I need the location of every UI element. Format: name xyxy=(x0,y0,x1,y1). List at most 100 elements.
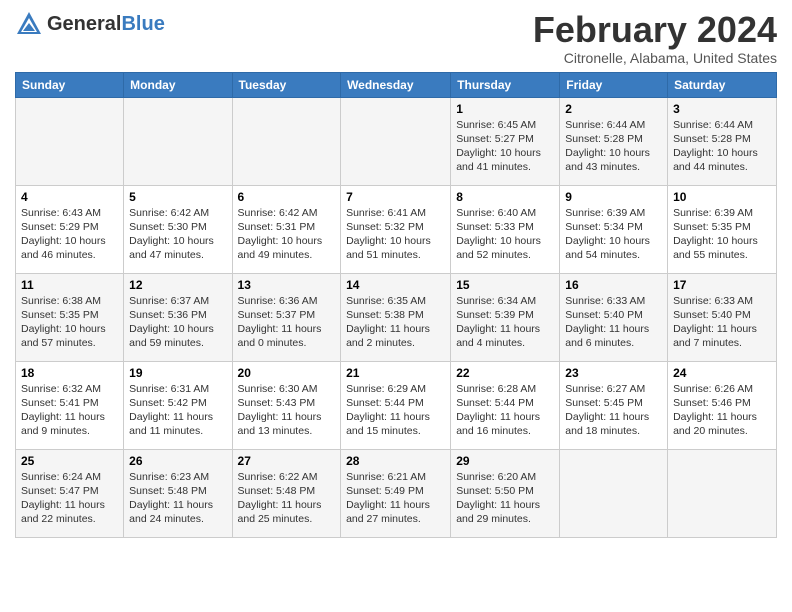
calendar-cell: 24 Sunrise: 6:26 AMSunset: 5:46 PMDayligh… xyxy=(668,361,777,449)
day-info: Sunrise: 6:39 AMSunset: 5:34 PMDaylight:… xyxy=(565,206,662,263)
day-number: 29 xyxy=(456,454,554,468)
day-number: 9 xyxy=(565,190,662,204)
logo-icon xyxy=(15,10,43,38)
day-info: Sunrise: 6:38 AMSunset: 5:35 PMDaylight:… xyxy=(21,294,118,351)
calendar-cell xyxy=(16,97,124,185)
weekday-header: Sunday xyxy=(16,72,124,97)
weekday-header: Thursday xyxy=(451,72,560,97)
day-number: 21 xyxy=(346,366,445,380)
calendar-cell xyxy=(232,97,341,185)
calendar-cell: 6Sunrise: 6:42 AMSunset: 5:31 PMDaylight… xyxy=(232,185,341,273)
calendar-subtitle: Citronelle, Alabama, United States xyxy=(533,50,777,66)
calendar-cell: 9 Sunrise: 6:39 AMSunset: 5:34 PMDaylight… xyxy=(560,185,668,273)
title-area: February 2024 Citronelle, Alabama, Unite… xyxy=(533,10,777,66)
day-number: 22 xyxy=(456,366,554,380)
calendar-cell: 10 Sunrise: 6:39 AMSunset: 5:35 PMDayligh… xyxy=(668,185,777,273)
calendar-cell: 21 Sunrise: 6:29 AMSunset: 5:44 PMDayligh… xyxy=(341,361,451,449)
day-info: Sunrise: 6:34 AMSunset: 5:39 PMDaylight:… xyxy=(456,294,554,351)
day-number: 27 xyxy=(238,454,336,468)
day-info: Sunrise: 6:36 AMSunset: 5:37 PMDaylight:… xyxy=(238,294,336,351)
calendar-cell: 2 Sunrise: 6:44 AMSunset: 5:28 PMDaylight… xyxy=(560,97,668,185)
day-info: Sunrise: 6:43 AMSunset: 5:29 PMDaylight:… xyxy=(21,206,118,263)
day-number: 2 xyxy=(565,102,662,116)
day-info: Sunrise: 6:44 AMSunset: 5:28 PMDaylight:… xyxy=(673,118,771,175)
day-info: Sunrise: 6:30 AMSunset: 5:43 PMDaylight:… xyxy=(238,382,336,439)
calendar-cell xyxy=(668,449,777,537)
day-info: Sunrise: 6:29 AMSunset: 5:44 PMDaylight:… xyxy=(346,382,445,439)
weekday-row: SundayMondayTuesdayWednesdayThursdayFrid… xyxy=(16,72,777,97)
calendar-cell: 11 Sunrise: 6:38 AMSunset: 5:35 PMDayligh… xyxy=(16,273,124,361)
day-info: Sunrise: 6:39 AMSunset: 5:35 PMDaylight:… xyxy=(673,206,771,263)
logo: GeneralBlue xyxy=(15,10,165,38)
day-number: 17 xyxy=(673,278,771,292)
calendar-week-row: 25 Sunrise: 6:24 AMSunset: 5:47 PMDayligh… xyxy=(16,449,777,537)
calendar-week-row: 4 Sunrise: 6:43 AMSunset: 5:29 PMDaylight… xyxy=(16,185,777,273)
day-number: 26 xyxy=(129,454,226,468)
day-info: Sunrise: 6:32 AMSunset: 5:41 PMDaylight:… xyxy=(21,382,118,439)
day-info: Sunrise: 6:23 AMSunset: 5:48 PMDaylight:… xyxy=(129,470,226,527)
weekday-header: Wednesday xyxy=(341,72,451,97)
calendar-cell: 29 Sunrise: 6:20 AMSunset: 5:50 PMDayligh… xyxy=(451,449,560,537)
day-info: Sunrise: 6:20 AMSunset: 5:50 PMDaylight:… xyxy=(456,470,554,527)
day-info: Sunrise: 6:26 AMSunset: 5:46 PMDaylight:… xyxy=(673,382,771,439)
weekday-header: Monday xyxy=(124,72,232,97)
calendar-cell: 5 Sunrise: 6:42 AMSunset: 5:30 PMDaylight… xyxy=(124,185,232,273)
day-info: Sunrise: 6:44 AMSunset: 5:28 PMDaylight:… xyxy=(565,118,662,175)
calendar-cell: 27Sunrise: 6:22 AMSunset: 5:48 PMDayligh… xyxy=(232,449,341,537)
day-number: 10 xyxy=(673,190,771,204)
day-info: Sunrise: 6:40 AMSunset: 5:33 PMDaylight:… xyxy=(456,206,554,263)
day-number: 11 xyxy=(21,278,118,292)
day-info: Sunrise: 6:31 AMSunset: 5:42 PMDaylight:… xyxy=(129,382,226,439)
logo-blue-text: Blue xyxy=(121,13,164,35)
day-number: 23 xyxy=(565,366,662,380)
day-info: Sunrise: 6:24 AMSunset: 5:47 PMDaylight:… xyxy=(21,470,118,527)
day-number: 20 xyxy=(238,366,336,380)
day-number: 18 xyxy=(21,366,118,380)
day-info: Sunrise: 6:33 AMSunset: 5:40 PMDaylight:… xyxy=(673,294,771,351)
calendar-cell xyxy=(124,97,232,185)
calendar-table: SundayMondayTuesdayWednesdayThursdayFrid… xyxy=(15,72,777,538)
day-info: Sunrise: 6:28 AMSunset: 5:44 PMDaylight:… xyxy=(456,382,554,439)
day-number: 24 xyxy=(673,366,771,380)
calendar-cell: 17 Sunrise: 6:33 AMSunset: 5:40 PMDayligh… xyxy=(668,273,777,361)
calendar-cell: 18 Sunrise: 6:32 AMSunset: 5:41 PMDayligh… xyxy=(16,361,124,449)
calendar-cell: 7Sunrise: 6:41 AMSunset: 5:32 PMDaylight… xyxy=(341,185,451,273)
day-info: Sunrise: 6:21 AMSunset: 5:49 PMDaylight:… xyxy=(346,470,445,527)
calendar-cell: 23 Sunrise: 6:27 AMSunset: 5:45 PMDayligh… xyxy=(560,361,668,449)
header: GeneralBlue February 2024 Citronelle, Al… xyxy=(15,10,777,66)
day-number: 12 xyxy=(129,278,226,292)
calendar-cell: 4 Sunrise: 6:43 AMSunset: 5:29 PMDaylight… xyxy=(16,185,124,273)
day-number: 5 xyxy=(129,190,226,204)
day-number: 14 xyxy=(346,278,445,292)
calendar-week-row: 1Sunrise: 6:45 AMSunset: 5:27 PMDaylight… xyxy=(16,97,777,185)
calendar-cell xyxy=(560,449,668,537)
day-number: 25 xyxy=(21,454,118,468)
calendar-cell: 25 Sunrise: 6:24 AMSunset: 5:47 PMDayligh… xyxy=(16,449,124,537)
day-info: Sunrise: 6:42 AMSunset: 5:30 PMDaylight:… xyxy=(129,206,226,263)
logo-general-text: General xyxy=(47,13,121,35)
calendar-cell xyxy=(341,97,451,185)
day-number: 1 xyxy=(456,102,554,116)
calendar-cell: 12Sunrise: 6:37 AMSunset: 5:36 PMDayligh… xyxy=(124,273,232,361)
day-info: Sunrise: 6:27 AMSunset: 5:45 PMDaylight:… xyxy=(565,382,662,439)
calendar-page: GeneralBlue February 2024 Citronelle, Al… xyxy=(0,0,792,612)
calendar-cell: 22 Sunrise: 6:28 AMSunset: 5:44 PMDayligh… xyxy=(451,361,560,449)
day-number: 15 xyxy=(456,278,554,292)
calendar-title: February 2024 xyxy=(533,10,777,50)
calendar-cell: 3 Sunrise: 6:44 AMSunset: 5:28 PMDaylight… xyxy=(668,97,777,185)
weekday-header: Saturday xyxy=(668,72,777,97)
weekday-header: Friday xyxy=(560,72,668,97)
calendar-cell: 8 Sunrise: 6:40 AMSunset: 5:33 PMDaylight… xyxy=(451,185,560,273)
calendar-body: 1Sunrise: 6:45 AMSunset: 5:27 PMDaylight… xyxy=(16,97,777,537)
calendar-week-row: 11 Sunrise: 6:38 AMSunset: 5:35 PMDayligh… xyxy=(16,273,777,361)
day-info: Sunrise: 6:35 AMSunset: 5:38 PMDaylight:… xyxy=(346,294,445,351)
day-number: 4 xyxy=(21,190,118,204)
calendar-week-row: 18 Sunrise: 6:32 AMSunset: 5:41 PMDayligh… xyxy=(16,361,777,449)
day-number: 8 xyxy=(456,190,554,204)
day-number: 19 xyxy=(129,366,226,380)
day-info: Sunrise: 6:42 AMSunset: 5:31 PMDaylight:… xyxy=(238,206,336,263)
day-info: Sunrise: 6:33 AMSunset: 5:40 PMDaylight:… xyxy=(565,294,662,351)
day-number: 3 xyxy=(673,102,771,116)
calendar-cell: 19 Sunrise: 6:31 AMSunset: 5:42 PMDayligh… xyxy=(124,361,232,449)
calendar-header: SundayMondayTuesdayWednesdayThursdayFrid… xyxy=(16,72,777,97)
